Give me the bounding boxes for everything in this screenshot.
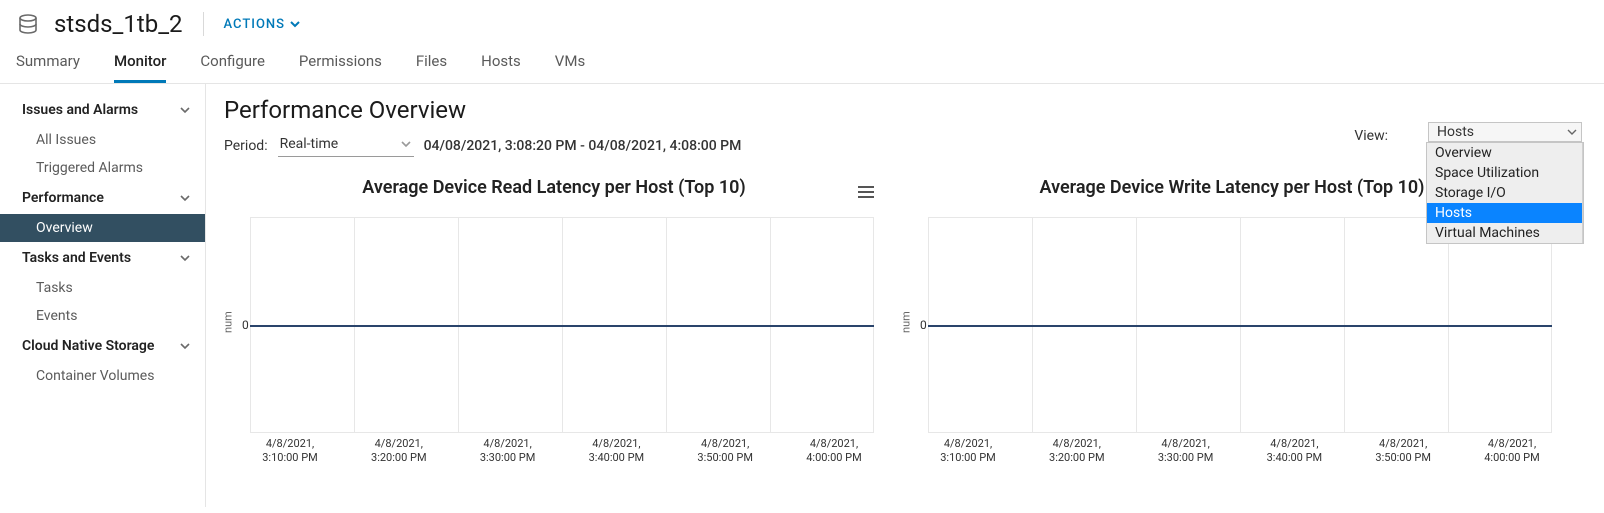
datastore-icon — [16, 12, 40, 36]
chart-menu-button[interactable] — [854, 179, 878, 205]
side-group-header-cns[interactable]: Cloud Native Storage — [0, 330, 205, 362]
sidebar-item-tasks[interactable]: Tasks — [0, 274, 205, 302]
chevron-down-icon — [289, 18, 301, 30]
side-group-header-performance[interactable]: Performance — [0, 182, 205, 214]
tab-monitor[interactable]: Monitor — [114, 52, 166, 83]
chevron-down-icon — [400, 138, 412, 150]
header-divider — [203, 12, 204, 36]
view-select[interactable]: Hosts — [1428, 122, 1582, 142]
side-group-label: Cloud Native Storage — [22, 338, 154, 354]
chart-plot-area: 0 — [250, 217, 874, 433]
tab-files[interactable]: Files — [416, 52, 447, 83]
side-group-label: Tasks and Events — [22, 250, 131, 266]
x-tick: 4/8/2021, 3:50:00 PM — [685, 437, 765, 489]
chevron-down-icon — [1567, 127, 1577, 137]
view-option-storage-io[interactable]: Storage I/O — [1427, 183, 1583, 203]
x-tick: 4/8/2021, 3:10:00 PM — [250, 437, 330, 489]
view-option-overview[interactable]: Overview — [1427, 143, 1583, 163]
period-value: Real-time — [280, 136, 339, 152]
x-tick: 4/8/2021, 3:50:00 PM — [1363, 437, 1443, 489]
tab-hosts[interactable]: Hosts — [481, 52, 521, 83]
side-group-performance: Performance Overview — [0, 182, 205, 242]
x-tick: 4/8/2021, 3:20:00 PM — [359, 437, 439, 489]
chevron-down-icon — [179, 340, 191, 352]
chart-plot-area: 0 — [928, 217, 1552, 433]
side-group-label: Issues and Alarms — [22, 102, 138, 118]
x-tick: 4/8/2021, 3:40:00 PM — [576, 437, 656, 489]
tab-configure[interactable]: Configure — [200, 52, 265, 83]
y-axis-label: num — [900, 311, 913, 333]
view-option-vms[interactable]: Virtual Machines — [1427, 223, 1583, 243]
x-axis-ticks: 4/8/2021, 3:10:00 PM 4/8/2021, 3:20:00 P… — [250, 437, 874, 489]
actions-menu[interactable]: ACTIONS — [224, 17, 301, 32]
tab-permissions[interactable]: Permissions — [299, 52, 382, 83]
sidebar-item-container-volumes[interactable]: Container Volumes — [0, 362, 205, 390]
sidebar-item-triggered-alarms[interactable]: Triggered Alarms — [0, 154, 205, 182]
y-axis-label: num — [222, 311, 235, 333]
x-tick: 4/8/2021, 4:00:00 PM — [1472, 437, 1552, 489]
view-option-space-utilization[interactable]: Space Utilization — [1427, 163, 1583, 183]
view-label: View: — [1354, 128, 1388, 144]
side-group-header-tasks[interactable]: Tasks and Events — [0, 242, 205, 274]
view-option-hosts[interactable]: Hosts — [1427, 203, 1583, 223]
page-header: stsds_1tb_2 ACTIONS — [0, 0, 1604, 44]
x-tick: 4/8/2021, 3:30:00 PM — [468, 437, 548, 489]
sidebar: Issues and Alarms All Issues Triggered A… — [0, 84, 206, 507]
side-group-cns: Cloud Native Storage Container Volumes — [0, 330, 205, 390]
series-line — [250, 325, 874, 327]
sidebar-item-events[interactable]: Events — [0, 302, 205, 330]
side-group-label: Performance — [22, 190, 104, 206]
x-axis-ticks: 4/8/2021, 3:10:00 PM 4/8/2021, 3:20:00 P… — [928, 437, 1552, 489]
series-line — [928, 325, 1552, 327]
x-tick: 4/8/2021, 4:00:00 PM — [794, 437, 874, 489]
y-tick: 0 — [920, 318, 927, 332]
chevron-down-icon — [179, 192, 191, 204]
view-dropdown-menu: Overview Space Utilization Storage I/O H… — [1426, 142, 1584, 244]
side-group-tasks: Tasks and Events Tasks Events — [0, 242, 205, 330]
period-range: 04/08/2021, 3:08:20 PM - 04/08/2021, 4:0… — [424, 138, 742, 154]
chart-read-latency: Average Device Read Latency per Host (To… — [224, 173, 884, 493]
chart-title: Average Device Read Latency per Host (To… — [224, 173, 884, 198]
side-group-issues: Issues and Alarms All Issues Triggered A… — [0, 94, 205, 182]
actions-label: ACTIONS — [224, 17, 285, 32]
view-select-value: Hosts — [1437, 124, 1474, 140]
tab-vms[interactable]: VMs — [555, 52, 585, 83]
x-tick: 4/8/2021, 3:30:00 PM — [1146, 437, 1226, 489]
y-tick: 0 — [242, 318, 249, 332]
period-label: Period: — [224, 138, 268, 154]
x-tick: 4/8/2021, 3:10:00 PM — [928, 437, 1008, 489]
chevron-down-icon — [179, 104, 191, 116]
x-tick: 4/8/2021, 3:20:00 PM — [1037, 437, 1117, 489]
page-title: Performance Overview — [224, 96, 1588, 124]
chevron-down-icon — [179, 252, 191, 264]
sidebar-item-all-issues[interactable]: All Issues — [0, 126, 205, 154]
object-title: stsds_1tb_2 — [54, 10, 183, 38]
x-tick: 4/8/2021, 3:40:00 PM — [1254, 437, 1334, 489]
content-pane: Performance Overview Period: Real-time 0… — [206, 84, 1604, 507]
period-select[interactable]: Real-time — [278, 134, 414, 157]
sidebar-item-overview[interactable]: Overview — [0, 214, 205, 242]
tab-summary[interactable]: Summary — [16, 52, 80, 83]
top-tabs: Summary Monitor Configure Permissions Fi… — [0, 44, 1604, 84]
main-area: Issues and Alarms All Issues Triggered A… — [0, 84, 1604, 507]
charts-row: Average Device Read Latency per Host (To… — [224, 173, 1588, 493]
side-group-header-issues[interactable]: Issues and Alarms — [0, 94, 205, 126]
